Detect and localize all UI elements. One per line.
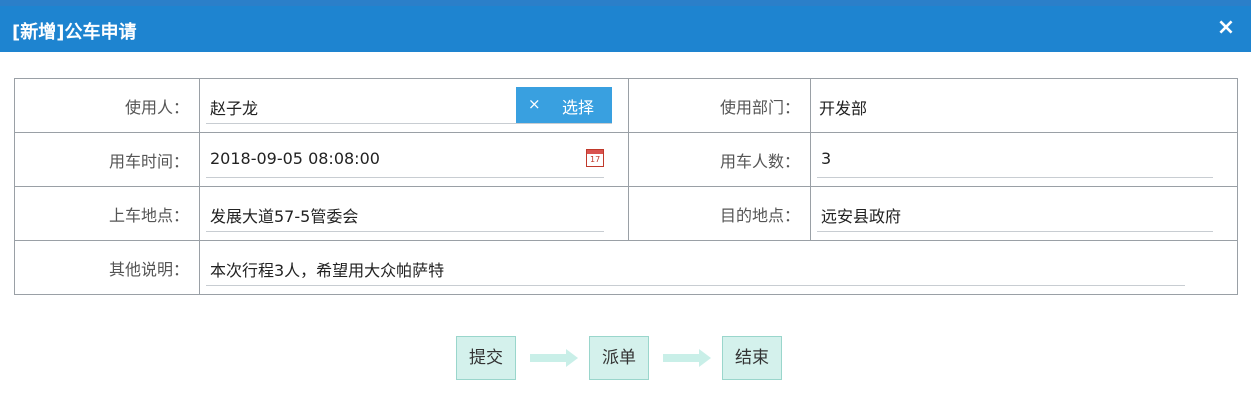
dest-field[interactable]: 远安县政府 [817, 197, 1213, 232]
dialog-titlebar: [新增]公车申请 × [0, 6, 1251, 52]
pickup-field[interactable]: 发展大道57-5管委会 [206, 197, 604, 232]
arrow-right-icon [530, 349, 578, 367]
count-field[interactable]: 3 [817, 143, 1213, 178]
dept-cell: 开发部 [810, 78, 1238, 133]
note-value: 本次行程3人，希望用大众帕萨特 [210, 261, 445, 280]
form-row-time: 用车时间： 2018-09-05 08:08:00 17 用车人数： 3 [14, 132, 1238, 187]
dialog-title: [新增]公车申请 [12, 22, 137, 43]
form-row-location: 上车地点： 发展大道57-5管委会 目的地点： 远安县政府 [14, 186, 1238, 241]
time-value: 2018-09-05 08:08:00 [210, 149, 380, 168]
form-row-user: 使用人： 赵子龙 × 选择 使用部门： 开发部 [14, 78, 1238, 133]
arrow-right-icon [663, 349, 711, 367]
select-button-label: 选择 [562, 98, 595, 117]
time-label: 用车时间： [14, 132, 200, 187]
time-cell: 2018-09-05 08:08:00 17 [199, 132, 629, 187]
dept-label: 使用部门： [628, 78, 811, 133]
user-label: 使用人： [14, 78, 200, 133]
count-label: 用车人数： [628, 132, 811, 187]
count-cell: 3 [810, 132, 1238, 187]
step-dispatch[interactable]: 派单 [589, 336, 649, 380]
application-form: 使用人： 赵子龙 × 选择 使用部门： 开发部 用车时间： 2018-09-05… [14, 78, 1238, 295]
dest-label: 目的地点： [628, 186, 811, 241]
workflow-steps: 提交 派单 结束 [0, 336, 1251, 382]
pickup-value: 发展大道57-5管委会 [210, 207, 359, 226]
dest-value: 远安县政府 [821, 207, 902, 226]
dept-value: 开发部 [819, 99, 868, 118]
close-icon[interactable]: × [1213, 14, 1239, 42]
step-submit[interactable]: 提交 [456, 336, 516, 380]
step-end[interactable]: 结束 [722, 336, 782, 380]
select-user-button[interactable]: × 选择 [516, 87, 612, 123]
note-field[interactable]: 本次行程3人，希望用大众帕萨特 [206, 251, 1185, 286]
time-field[interactable]: 2018-09-05 08:08:00 17 [206, 143, 604, 178]
note-cell: 本次行程3人，希望用大众帕萨特 [199, 240, 1238, 295]
form-row-note: 其他说明： 本次行程3人，希望用大众帕萨特 [14, 240, 1238, 295]
pickup-cell: 发展大道57-5管委会 [199, 186, 629, 241]
calendar-icon[interactable]: 17 [586, 149, 604, 167]
user-value: 赵子龙 [210, 99, 259, 118]
note-label: 其他说明： [14, 240, 200, 295]
count-value: 3 [821, 149, 832, 168]
dest-cell: 远安县政府 [810, 186, 1238, 241]
pickup-label: 上车地点： [14, 186, 200, 241]
user-cell: 赵子龙 × 选择 [199, 78, 629, 133]
clear-icon[interactable]: × [528, 95, 541, 113]
